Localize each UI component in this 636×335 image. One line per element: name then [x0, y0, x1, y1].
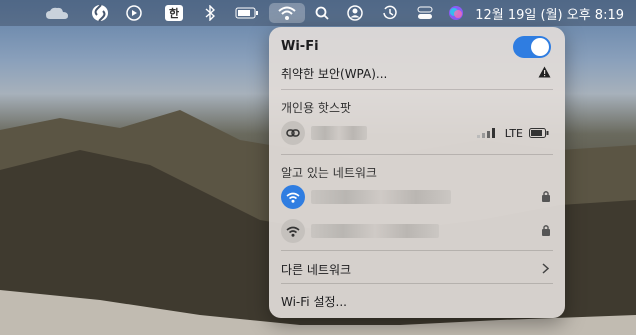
menu-bar: 한 12월 19일 (월) 오후 8:19 — [0, 0, 636, 26]
other-networks-label: 다른 네트워크 — [281, 263, 352, 277]
known-networks-label: 알고 있는 네트워크 — [281, 166, 377, 180]
siri-icon[interactable] — [447, 3, 465, 23]
wifi-settings-label: Wi-Fi 설정... — [281, 295, 347, 309]
input-source-label: 한 — [165, 5, 183, 21]
hotspot-section-label: 개인용 핫스팟 — [281, 101, 352, 115]
search-icon[interactable] — [313, 3, 331, 23]
lock-icon — [541, 224, 551, 239]
wifi-toggle[interactable] — [513, 36, 551, 58]
bluetooth-icon[interactable] — [202, 3, 218, 23]
divider — [281, 250, 553, 251]
wifi-icon[interactable] — [269, 3, 305, 23]
hotspot-section-header: 개인용 핫스팟 — [281, 99, 553, 116]
wifi-title: Wi-Fi — [281, 39, 319, 54]
divider — [281, 89, 553, 90]
menubar-clock[interactable]: 12월 19일 (월) 오후 8:19 — [475, 4, 624, 23]
lte-label: LTE — [504, 126, 523, 140]
wifi-connected-icon — [281, 185, 305, 209]
other-networks-row[interactable]: 다른 네트워크 — [281, 261, 553, 278]
hotspot-network-row[interactable]: LTE — [281, 121, 553, 145]
network-name-redacted — [311, 190, 451, 204]
toggle-knob — [531, 38, 549, 56]
user-icon[interactable] — [346, 3, 364, 23]
divider — [281, 283, 553, 284]
wifi-icon — [281, 219, 305, 243]
hotspot-battery-icon — [529, 127, 549, 141]
security-warning-label: 취약한 보안(WPA)... — [281, 67, 388, 81]
cloud-icon[interactable] — [44, 3, 70, 23]
control-center-icon[interactable] — [415, 3, 435, 23]
cellular-signal-icon — [477, 127, 495, 141]
known-network-row[interactable] — [281, 185, 553, 209]
network-name-redacted — [311, 224, 439, 238]
play-icon[interactable] — [124, 3, 144, 23]
divider — [281, 154, 553, 155]
hotspot-link-icon — [281, 121, 305, 145]
wifi-menu-panel: Wi-Fi 취약한 보안(WPA)... 개인용 핫스팟 LTE 알고 있는 네… — [269, 27, 565, 318]
lock-icon — [541, 190, 551, 205]
known-network-row[interactable] — [281, 219, 553, 243]
known-networks-header: 알고 있는 네트워크 — [281, 164, 553, 181]
wifi-settings-row[interactable]: Wi-Fi 설정... — [281, 293, 553, 310]
chevron-right-icon — [542, 262, 550, 277]
input-source-icon[interactable]: 한 — [163, 3, 185, 23]
warning-icon — [538, 66, 551, 81]
security-warning-row[interactable]: 취약한 보안(WPA)... — [281, 65, 553, 82]
battery-icon[interactable] — [234, 3, 260, 23]
time-machine-icon[interactable] — [381, 3, 399, 23]
hotspot-network-name-redacted — [311, 126, 367, 140]
shazam-icon[interactable] — [90, 3, 110, 23]
